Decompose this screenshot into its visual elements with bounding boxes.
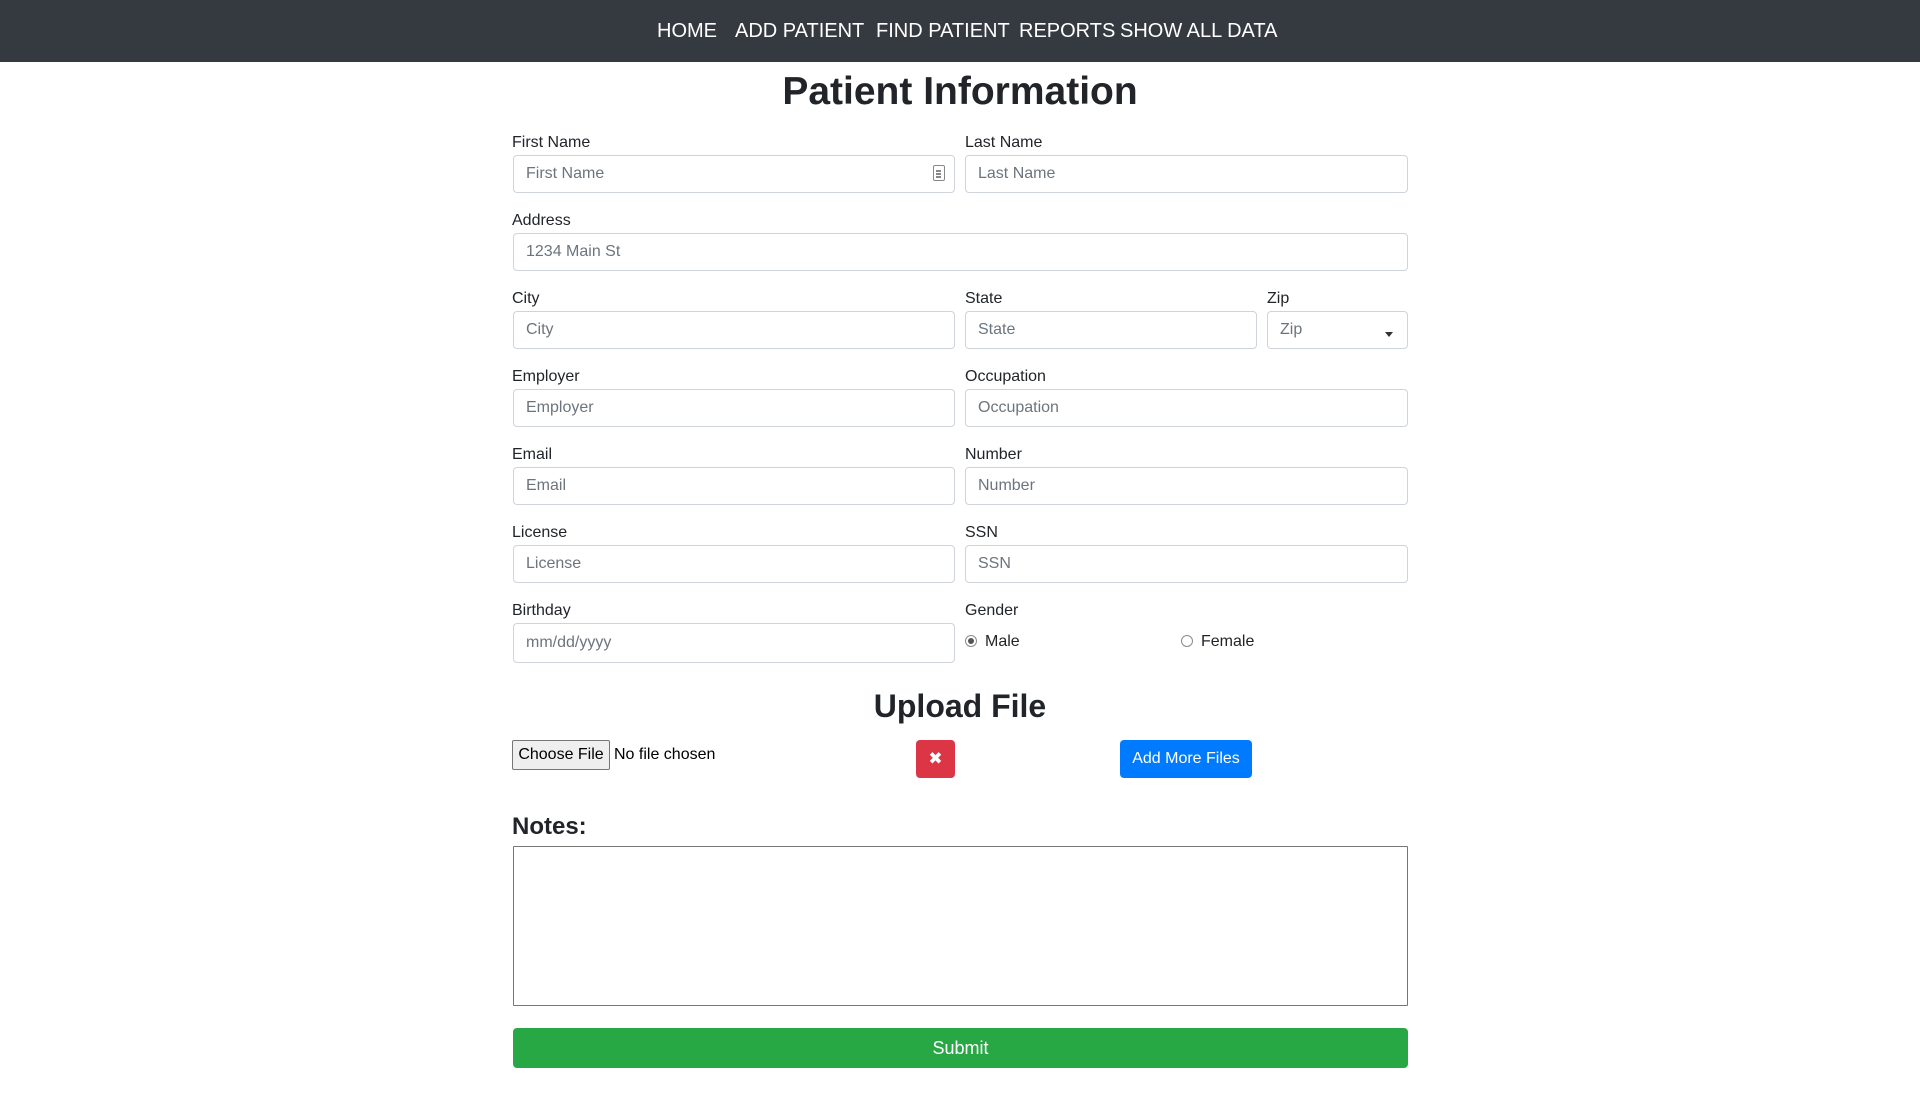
first-name-label: First Name <box>512 134 591 151</box>
employer-input[interactable] <box>513 389 955 427</box>
zip-label: Zip <box>1267 290 1290 307</box>
nav-add-patient[interactable]: ADD PATIENT <box>735 19 864 43</box>
notes-label: Notes: <box>512 813 587 840</box>
city-label: City <box>512 290 540 307</box>
add-more-files-button[interactable]: Add More Files <box>1120 740 1252 778</box>
remove-file-button[interactable]: ✖ <box>916 740 955 778</box>
nav-show-all-data[interactable]: SHOW ALL DATA <box>1120 19 1277 43</box>
license-label: License <box>512 524 568 541</box>
occupation-input[interactable] <box>965 389 1408 427</box>
notes-textarea[interactable] <box>513 846 1408 1006</box>
caret-down-icon <box>1385 332 1393 337</box>
birthday-input[interactable] <box>513 623 955 663</box>
last-name-label: Last Name <box>965 134 1043 151</box>
nav-find-patient[interactable]: FIND PATIENT <box>876 19 1010 43</box>
zip-select[interactable]: Zip <box>1267 311 1408 349</box>
nav-home[interactable]: HOME <box>657 19 717 43</box>
close-icon: ✖ <box>928 749 943 768</box>
top-navbar: HOME ADD PATIENT FIND PATIENT REPORTS SH… <box>0 0 1920 62</box>
number-label: Number <box>965 446 1022 463</box>
license-input[interactable] <box>513 545 955 583</box>
gender-label: Gender <box>965 602 1019 619</box>
address-input[interactable] <box>513 233 1408 271</box>
birthday-label: Birthday <box>512 602 571 619</box>
contact-card-icon[interactable] <box>933 165 945 181</box>
page-title: Patient Information <box>782 70 1138 113</box>
state-label: State <box>965 290 1003 307</box>
email-input[interactable] <box>513 467 955 505</box>
nav-reports[interactable]: REPORTS <box>1019 19 1115 43</box>
file-status-text: No file chosen <box>614 746 716 763</box>
first-name-field-wrapper <box>513 155 955 193</box>
email-label: Email <box>512 446 553 463</box>
gender-male-label: Male <box>985 633 1020 650</box>
address-label: Address <box>512 212 571 229</box>
city-input[interactable] <box>513 311 955 349</box>
choose-file-button[interactable]: Choose File <box>512 740 610 770</box>
first-name-input[interactable] <box>513 155 955 193</box>
number-input[interactable] <box>965 467 1408 505</box>
ssn-label: SSN <box>965 524 998 541</box>
zip-select-value: Zip <box>1280 321 1303 338</box>
occupation-label: Occupation <box>965 368 1046 385</box>
employer-label: Employer <box>512 368 580 385</box>
gender-female-label: Female <box>1201 633 1255 650</box>
last-name-input[interactable] <box>965 155 1408 193</box>
state-input[interactable] <box>965 311 1257 349</box>
upload-file-title: Upload File <box>873 688 1047 724</box>
gender-female-radio[interactable] <box>1181 635 1193 647</box>
submit-button[interactable]: Submit <box>513 1028 1408 1068</box>
ssn-input[interactable] <box>965 545 1408 583</box>
gender-male-radio[interactable] <box>965 635 977 647</box>
